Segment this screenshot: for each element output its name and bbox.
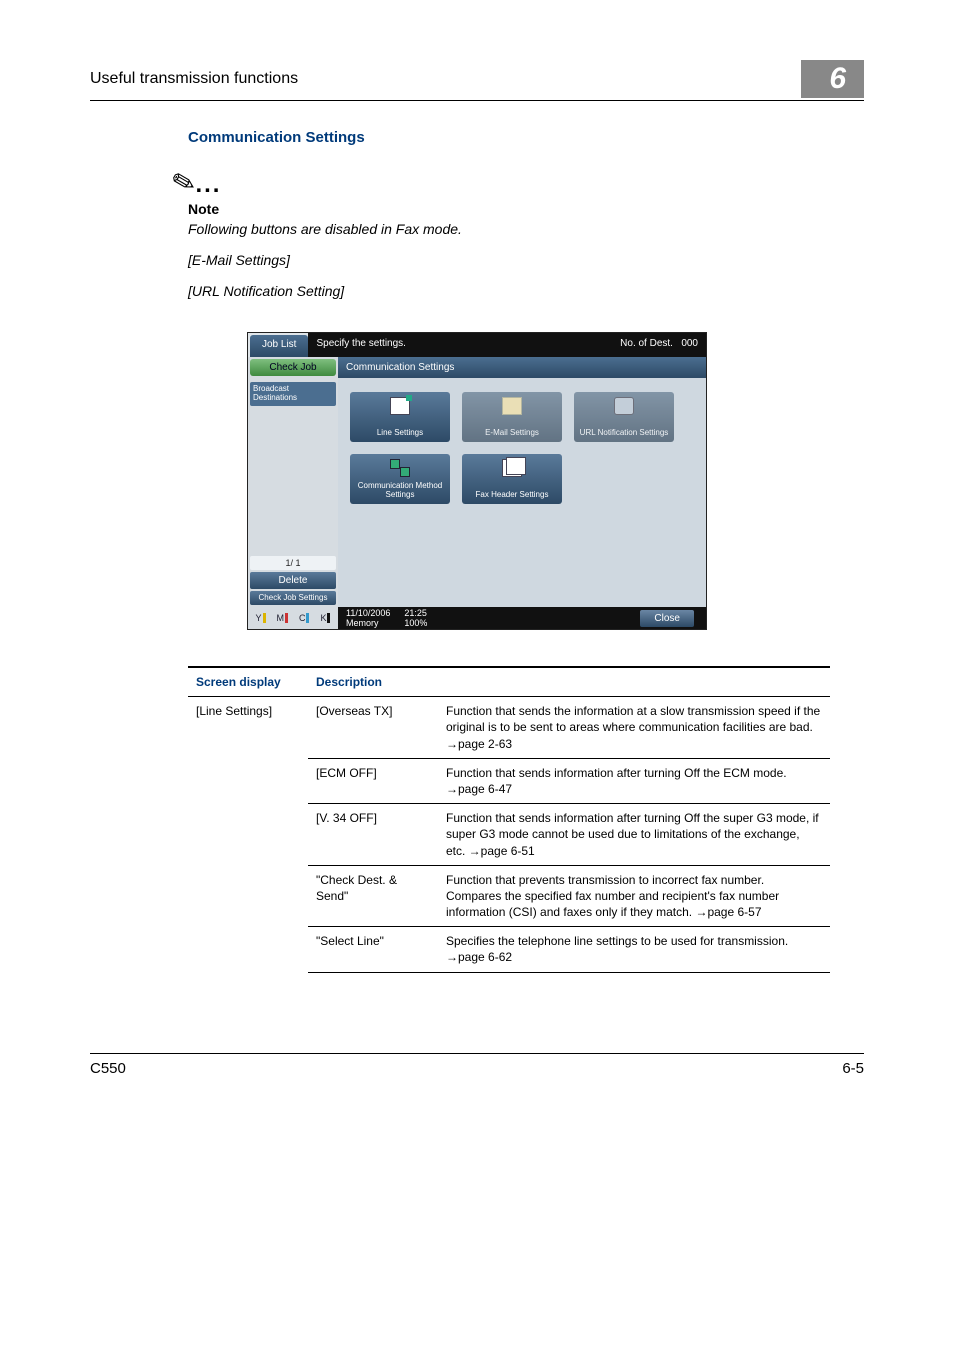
document-icon: [390, 397, 410, 415]
close-button[interactable]: Close: [640, 610, 694, 627]
toner-status: Y M C K: [248, 607, 338, 629]
network-icon: [390, 459, 410, 477]
email-settings-button: E-Mail Settings: [462, 392, 562, 442]
chapter-number: 6: [801, 60, 864, 98]
top-message: Specify the settings.: [316, 338, 406, 352]
cell-desc: Function that sends information after tu…: [438, 804, 830, 866]
ellipsis-icon: ...: [195, 171, 221, 198]
communication-method-label: Communication Method Settings: [350, 482, 450, 500]
dest-count: 000: [681, 338, 698, 349]
panel-title: Communication Settings: [338, 357, 706, 378]
table-header-description: Description: [308, 667, 438, 697]
url-notification-label: URL Notification Settings: [580, 429, 669, 438]
status-date: 11/10/2006: [346, 608, 390, 618]
note-label: Note: [188, 201, 864, 217]
job-list-tab[interactable]: Job List: [250, 335, 308, 357]
line-settings-label: Line Settings: [377, 429, 423, 438]
pencil-icon: ✎: [168, 164, 199, 202]
fax-header-label: Fax Header Settings: [476, 491, 549, 500]
cell-line-settings: [Line Settings]: [188, 697, 308, 972]
footer-model: C550: [90, 1060, 126, 1077]
mail-icon: [502, 397, 522, 415]
broadcast-destinations[interactable]: Broadcast Destinations: [250, 382, 336, 406]
dest-count-label: No. of Dest.: [620, 338, 673, 349]
cell-desc: Function that sends the information at a…: [438, 697, 830, 759]
line-settings-button[interactable]: Line Settings: [350, 392, 450, 442]
cell-sub: [V. 34 OFF]: [308, 804, 438, 866]
globe-icon: [614, 397, 634, 415]
pager: 1/ 1: [250, 556, 336, 570]
url-notification-button: URL Notification Settings: [574, 392, 674, 442]
table-header-screen-display: Screen display: [188, 667, 308, 697]
delete-button[interactable]: Delete: [250, 572, 336, 589]
table-row: [Line Settings] [Overseas TX] Function t…: [188, 697, 830, 759]
device-screenshot: Job List Specify the settings. No. of De…: [247, 332, 707, 630]
note-text-1: Following buttons are disabled in Fax mo…: [188, 219, 864, 240]
status-memory-value: 100%: [404, 618, 427, 628]
running-header: Useful transmission functions: [90, 70, 298, 88]
fax-header-button[interactable]: Fax Header Settings: [462, 454, 562, 504]
status-memory-label: Memory: [346, 618, 379, 628]
section-heading: Communication Settings: [188, 129, 864, 146]
communication-method-button[interactable]: Communication Method Settings: [350, 454, 450, 504]
note-text-2: [E-Mail Settings]: [188, 250, 864, 271]
status-time: 21:25: [404, 608, 427, 618]
cell-sub: "Check Dest. & Send": [308, 865, 438, 927]
cell-sub: [ECM OFF]: [308, 758, 438, 803]
cell-sub: [Overseas TX]: [308, 697, 438, 759]
note-text-3: [URL Notification Setting]: [188, 281, 864, 302]
cell-desc: Function that prevents transmission to i…: [438, 865, 830, 927]
pages-icon: [502, 459, 522, 477]
check-job-settings-button[interactable]: Check Job Settings: [250, 591, 336, 605]
cell-desc: Function that sends information after tu…: [438, 758, 830, 803]
cell-desc: Specifies the telephone line settings to…: [438, 927, 830, 972]
footer-page: 6-5: [842, 1060, 864, 1077]
description-table: Screen display Description [Line Setting…: [188, 666, 830, 973]
check-job-tab[interactable]: Check Job: [250, 359, 336, 376]
cell-sub: "Select Line": [308, 927, 438, 972]
email-settings-label: E-Mail Settings: [485, 429, 539, 438]
